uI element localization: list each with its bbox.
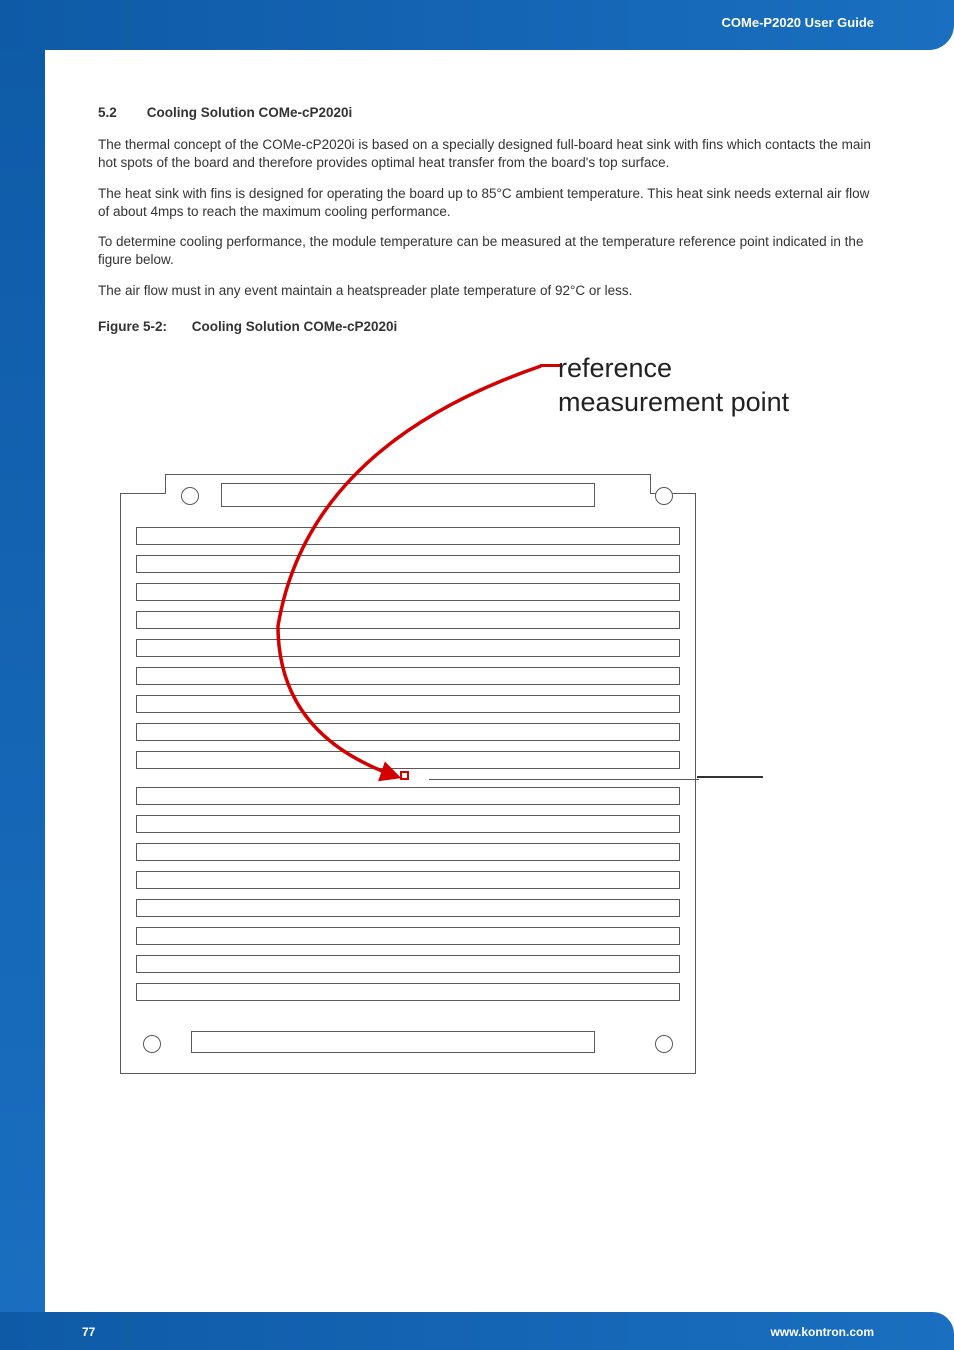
fin xyxy=(136,955,680,973)
fin xyxy=(136,611,680,629)
paragraph-4: The air flow must in any event maintain … xyxy=(98,282,874,300)
fin xyxy=(136,723,680,741)
paragraph-1: The thermal concept of the COMe-cP2020i … xyxy=(98,136,874,172)
mount-hole-br xyxy=(655,1035,673,1053)
figure-caption: Cooling Solution COMe-cP2020i xyxy=(192,319,398,334)
section-title: Cooling Solution COMe-cP2020i xyxy=(147,105,353,120)
left-accent-stripe xyxy=(0,0,45,1350)
notch-top-left xyxy=(120,474,166,494)
fin xyxy=(136,843,680,861)
figure-label: Figure 5-2: Cooling Solution COMe-cP2020… xyxy=(98,318,874,336)
section-number: 5.2 xyxy=(98,104,143,122)
fin xyxy=(136,583,680,601)
mount-hole-tl xyxy=(181,487,199,505)
fin xyxy=(136,983,680,1001)
section-heading: 5.2 Cooling Solution COMe-cP2020i xyxy=(98,104,874,122)
header-banner: COMe-P2020 User Guide xyxy=(0,0,954,50)
figure-number: Figure 5-2: xyxy=(98,318,188,336)
fin xyxy=(136,695,680,713)
measurement-extension-line-outer xyxy=(697,776,763,778)
fin xyxy=(136,899,680,917)
fin xyxy=(136,787,680,805)
bottom-strip xyxy=(191,1031,595,1053)
mount-hole-tr xyxy=(655,487,673,505)
paragraph-2: The heat sink with fins is designed for … xyxy=(98,185,874,221)
mount-hole-bl xyxy=(143,1035,161,1053)
top-strip xyxy=(221,483,595,507)
fin xyxy=(136,751,680,769)
measurement-extension-line-inner xyxy=(429,779,699,780)
fin xyxy=(136,555,680,573)
fin xyxy=(136,639,680,657)
footer-url: www.kontron.com xyxy=(770,1325,874,1339)
fin xyxy=(136,927,680,945)
document-title: COMe-P2020 User Guide xyxy=(722,15,874,30)
fin xyxy=(136,527,680,545)
fin xyxy=(136,815,680,833)
fin xyxy=(136,667,680,685)
reference-measurement-point-marker xyxy=(400,771,409,780)
footer-banner: 77 www.kontron.com xyxy=(0,1312,954,1350)
figure-diagram: reference measurement point xyxy=(98,356,798,1096)
annotation-text: reference measurement point xyxy=(558,352,798,420)
page-content: 5.2 Cooling Solution COMe-cP2020i The th… xyxy=(98,104,874,1096)
fin xyxy=(136,871,680,889)
page-number: 77 xyxy=(82,1325,95,1339)
paragraph-3: To determine cooling performance, the mo… xyxy=(98,233,874,269)
